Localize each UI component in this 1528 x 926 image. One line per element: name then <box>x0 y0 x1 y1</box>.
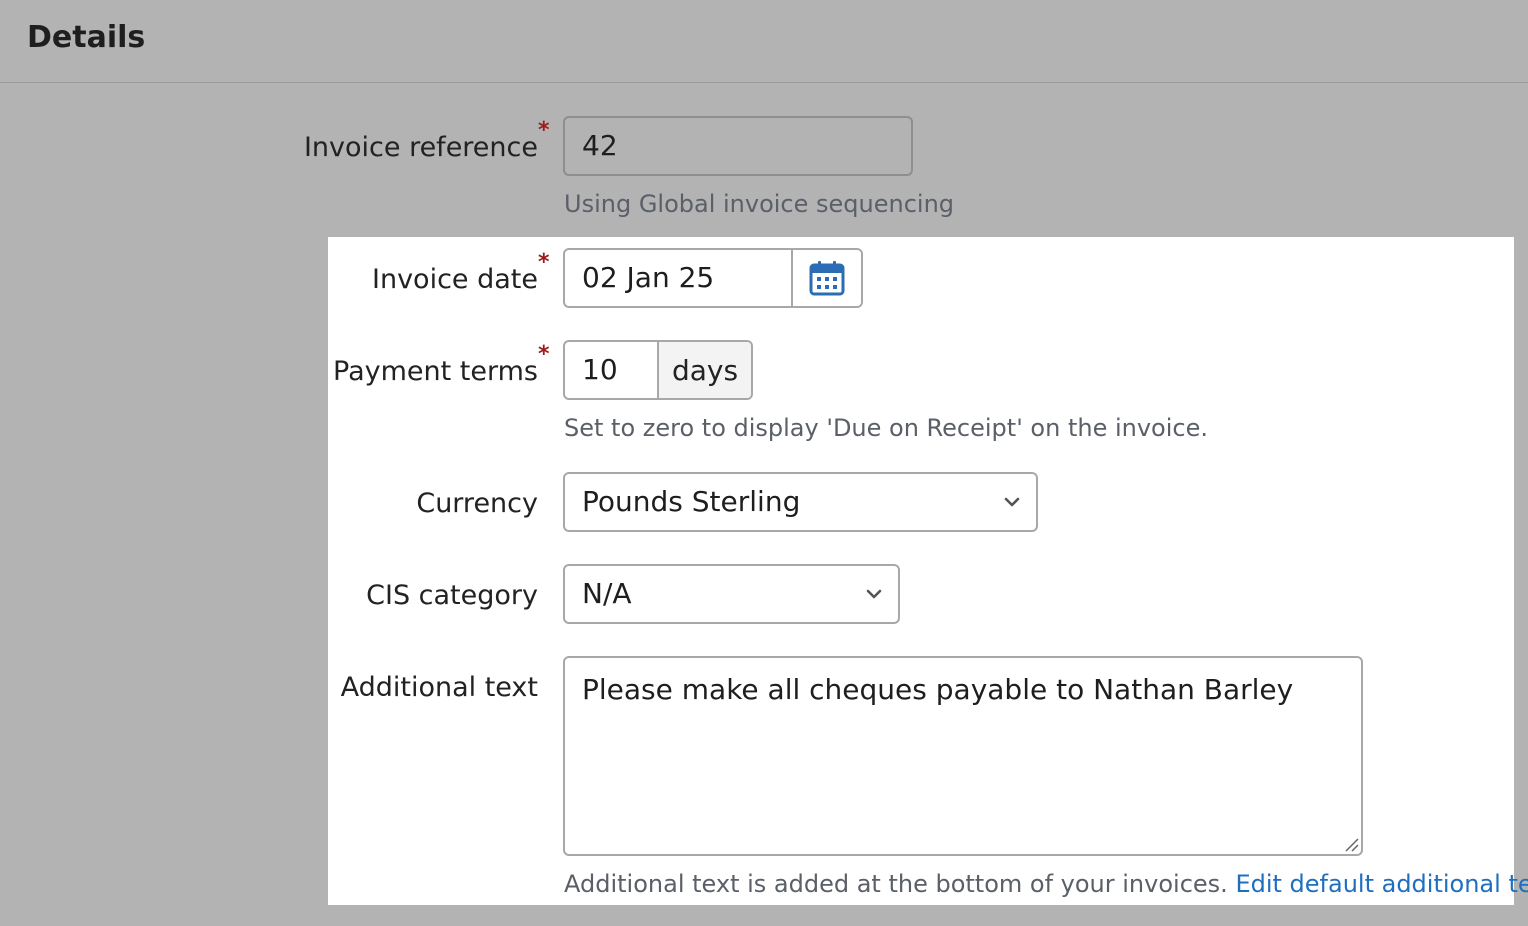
cis-category-select[interactable]: N/A <box>563 564 900 624</box>
required-marker: * <box>538 342 550 367</box>
payment-terms-unit: days <box>657 342 751 398</box>
invoice-date-label: Invoice date <box>372 264 538 295</box>
invoice-date-input[interactable]: 02 Jan 25 <box>582 260 714 296</box>
chevron-down-icon <box>866 589 882 599</box>
payment-terms-label: Payment terms <box>333 356 538 387</box>
invoice-reference-field: 42 <box>563 116 913 176</box>
resize-handle-icon[interactable] <box>1343 836 1359 852</box>
invoice-date-field: 02 Jan 25 <box>563 248 863 308</box>
required-marker: * <box>538 250 550 275</box>
edit-default-additional-text-link[interactable]: Edit default additional text <box>1235 870 1528 898</box>
chevron-down-icon <box>1004 497 1020 507</box>
cis-category-selected-value: N/A <box>582 577 632 610</box>
currency-selected-value: Pounds Sterling <box>582 485 801 518</box>
payment-terms-help: Set to zero to display 'Due on Receipt' … <box>564 414 1208 442</box>
calendar-button[interactable] <box>791 250 861 306</box>
calendar-icon <box>809 261 845 296</box>
additional-text-textarea[interactable]: Please make all cheques payable to Natha… <box>563 656 1363 856</box>
additional-text-help-line: Additional text is added at the bottom o… <box>564 868 1528 900</box>
invoice-reference-label: Invoice reference <box>303 132 538 163</box>
payment-terms-input[interactable]: 10 <box>582 352 618 388</box>
required-marker: * <box>538 118 550 143</box>
additional-text-label: Additional text <box>340 672 538 703</box>
payment-terms-field: 10 days <box>563 340 753 400</box>
currency-label: Currency <box>416 488 538 519</box>
invoice-reference-value: 42 <box>582 129 618 162</box>
section-title: Details <box>27 20 146 55</box>
additional-text-value: Please make all cheques payable to Natha… <box>582 673 1294 706</box>
cis-category-label: CIS category <box>366 580 538 611</box>
details-header: Details <box>0 0 1528 83</box>
invoice-reference-help: Using Global invoice sequencing <box>564 190 955 218</box>
additional-text-help: Additional text is added at the bottom o… <box>564 870 1228 898</box>
currency-select[interactable]: Pounds Sterling <box>563 472 1038 532</box>
